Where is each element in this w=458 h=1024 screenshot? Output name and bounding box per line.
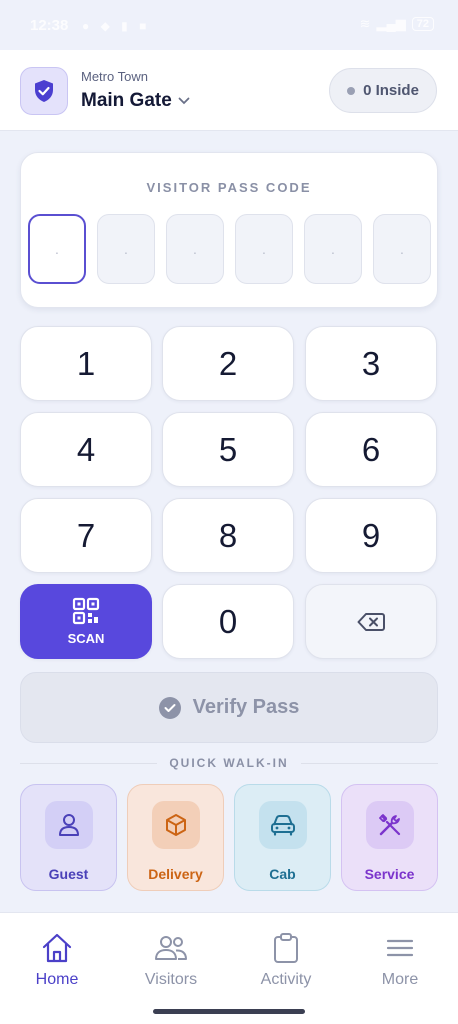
- notification-icons: ● ◆ ▮ ■: [82, 19, 151, 33]
- pass-digit-4[interactable]: .: [235, 214, 293, 284]
- divider-left: [20, 762, 158, 764]
- box-icon: [151, 801, 200, 849]
- walkin-service-tile[interactable]: Service: [341, 784, 438, 891]
- scan-label: SCAN: [67, 631, 105, 646]
- shield-icon: [20, 67, 68, 115]
- signal-icon: ▂▄▆: [376, 16, 406, 31]
- walkin-guest-tile[interactable]: Guest: [20, 784, 117, 891]
- key-8[interactable]: 8: [162, 498, 294, 573]
- nav-visitors-label: Visitors: [144, 971, 198, 988]
- key-3[interactable]: 3: [305, 326, 437, 401]
- gate-selector[interactable]: Main Gate: [81, 90, 190, 112]
- home-icon: [42, 933, 72, 963]
- pass-digit-1[interactable]: .: [28, 214, 86, 284]
- key-9[interactable]: 9: [305, 498, 437, 573]
- key-4[interactable]: 4: [20, 412, 152, 487]
- quick-walkin-title: QUICK WALK-IN: [169, 756, 289, 770]
- check-circle-icon: [158, 696, 181, 719]
- nav-home[interactable]: Home: [0, 933, 114, 989]
- pass-code-title: VISITOR PASS CODE: [146, 180, 312, 195]
- person-icon: [44, 801, 93, 849]
- gate-name: Main Gate: [81, 90, 172, 111]
- home-indicator: [153, 1009, 305, 1014]
- nav-activity[interactable]: Activity: [229, 933, 343, 989]
- backspace-button[interactable]: [305, 584, 437, 659]
- chevron-down-icon: [178, 97, 190, 105]
- nav-activity-label: Activity: [260, 971, 312, 988]
- walkin-service-label: Service: [364, 866, 415, 882]
- inside-count-badge[interactable]: 0 Inside: [329, 68, 437, 113]
- tools-icon: [365, 801, 414, 849]
- car-icon: [258, 801, 307, 849]
- nav-more-label: More: [381, 971, 419, 988]
- status-indicators: ≋ ▂▄▆ 72: [360, 16, 434, 32]
- inside-count-label: 0 Inside: [363, 82, 419, 99]
- walkin-cab-label: Cab: [269, 866, 296, 882]
- menu-icon: [386, 939, 414, 957]
- backspace-icon: [357, 612, 385, 631]
- key-5[interactable]: 5: [162, 412, 294, 487]
- wifi-icon: ≋: [359, 16, 371, 31]
- clipboard-icon: [274, 933, 298, 963]
- nav-visitors[interactable]: Visitors: [114, 933, 228, 989]
- key-7[interactable]: 7: [20, 498, 152, 573]
- key-6[interactable]: 6: [305, 412, 437, 487]
- site-name: Metro Town: [81, 69, 148, 84]
- qr-code-icon: [72, 597, 100, 625]
- verify-pass-button[interactable]: Verify Pass: [20, 672, 438, 743]
- users-icon: [155, 936, 187, 960]
- pass-digit-6[interactable]: .: [373, 214, 431, 284]
- key-0[interactable]: 0: [162, 584, 294, 659]
- status-time: 12:38: [30, 17, 69, 34]
- divider-right: [300, 762, 439, 764]
- app-header: Metro Town Main Gate 0 Inside: [0, 50, 458, 131]
- bottom-nav: Home Visitors Activity More: [0, 912, 458, 1024]
- walkin-delivery-label: Delivery: [148, 866, 203, 882]
- scan-button[interactable]: SCAN: [20, 584, 152, 659]
- walkin-cab-tile[interactable]: Cab: [234, 784, 331, 891]
- status-bar: 12:38 ● ◆ ▮ ■ ≋ ▂▄▆ 72: [0, 0, 458, 50]
- nav-home-label: Home: [35, 971, 79, 988]
- walkin-delivery-tile[interactable]: Delivery: [127, 784, 224, 891]
- pass-digit-5[interactable]: .: [304, 214, 362, 284]
- key-1[interactable]: 1: [20, 326, 152, 401]
- quick-walkin-header: QUICK WALK-IN: [20, 754, 439, 772]
- walkin-guest-label: Guest: [48, 866, 89, 882]
- key-2[interactable]: 2: [162, 326, 294, 401]
- status-dot-icon: [347, 86, 356, 95]
- verify-pass-label: Verify Pass: [192, 696, 300, 718]
- pass-digit-3[interactable]: .: [166, 214, 224, 284]
- nav-more[interactable]: More: [343, 933, 457, 989]
- pass-digit-2[interactable]: .: [97, 214, 155, 284]
- pass-code-card: VISITOR PASS CODE . . . . . .: [20, 152, 438, 308]
- battery-indicator: 72: [411, 17, 434, 31]
